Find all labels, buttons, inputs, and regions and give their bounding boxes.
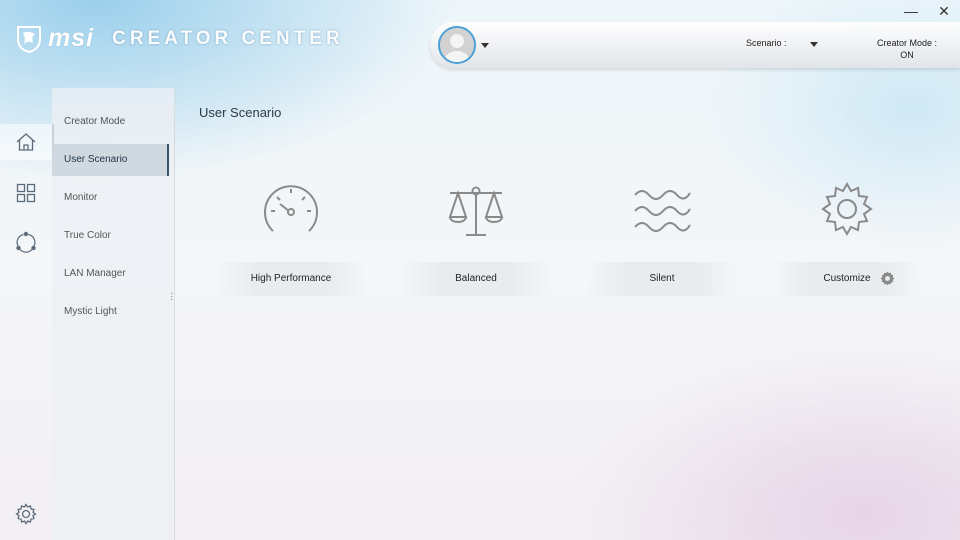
nav-item-lan-manager[interactable]: LAN Manager — [52, 258, 169, 290]
user-status-bar: Scenario : Creator Mode : ON — [430, 22, 960, 68]
nav-item-mystic-light[interactable]: Mystic Light — [52, 296, 169, 328]
nav-item-true-color[interactable]: True Color — [52, 220, 169, 252]
speedometer-icon — [264, 185, 318, 232]
home-icon — [16, 133, 36, 151]
msi-logo: msi CREATOR CENTER — [16, 24, 344, 53]
scenario-label-customize: Customize — [772, 262, 922, 296]
gear-icon — [821, 181, 873, 237]
rail-item-home[interactable] — [0, 124, 54, 160]
scenario-label-balanced: Balanced — [401, 262, 551, 296]
scenario-card-balanced[interactable]: Balanced — [401, 178, 551, 298]
scenario-label: Scenario : — [746, 38, 787, 48]
apps-grid-icon — [16, 183, 36, 203]
scenario-dropdown-caret-icon[interactable] — [810, 42, 818, 47]
creator-mode-status: Creator Mode : ON — [870, 38, 944, 60]
brand-name: msi — [48, 24, 95, 52]
scenario-label-silent: Silent — [587, 262, 737, 296]
scenario-card-silent[interactable]: Silent — [587, 178, 737, 298]
account-dropdown-caret-icon[interactable] — [481, 43, 489, 48]
panel-resize-grip[interactable]: · · · — [170, 289, 173, 305]
rail-item-network[interactable] — [0, 224, 52, 260]
scale-icon — [448, 186, 504, 236]
nav-item-user-scenario[interactable]: User Scenario — [52, 144, 169, 176]
user-silhouette-icon — [440, 28, 474, 62]
settings-gear-icon — [15, 503, 37, 525]
minimize-button[interactable]: — — [901, 3, 921, 19]
nav-item-monitor[interactable]: Monitor — [52, 182, 169, 214]
rail-item-apps[interactable] — [0, 175, 52, 211]
sub-navigation: Creator Mode User Scenario Monitor True … — [52, 88, 175, 540]
creator-mode-label: Creator Mode : — [876, 38, 938, 48]
product-name: CREATOR CENTER — [112, 27, 344, 49]
msi-dragon-shield-icon — [17, 25, 41, 53]
scenario-card-customize[interactable]: Customize — [772, 178, 922, 298]
user-avatar[interactable] — [438, 26, 476, 64]
rail-item-settings[interactable] — [0, 496, 52, 532]
icon-rail — [0, 88, 54, 540]
app-header: msi CREATOR CENTER Scenario : Creator Mo… — [0, 0, 960, 82]
page-title: User Scenario — [199, 105, 282, 120]
close-button[interactable]: ✕ — [934, 3, 954, 20]
customize-settings-gear-icon[interactable] — [880, 271, 895, 286]
scenario-card-high-performance[interactable]: High Performance — [216, 178, 366, 298]
nav-item-creator-mode[interactable]: Creator Mode — [52, 106, 169, 138]
creator-mode-value: ON — [900, 50, 914, 60]
network-share-icon — [16, 231, 36, 253]
waves-icon — [634, 190, 691, 232]
scenario-label-high-performance: High Performance — [216, 262, 366, 296]
